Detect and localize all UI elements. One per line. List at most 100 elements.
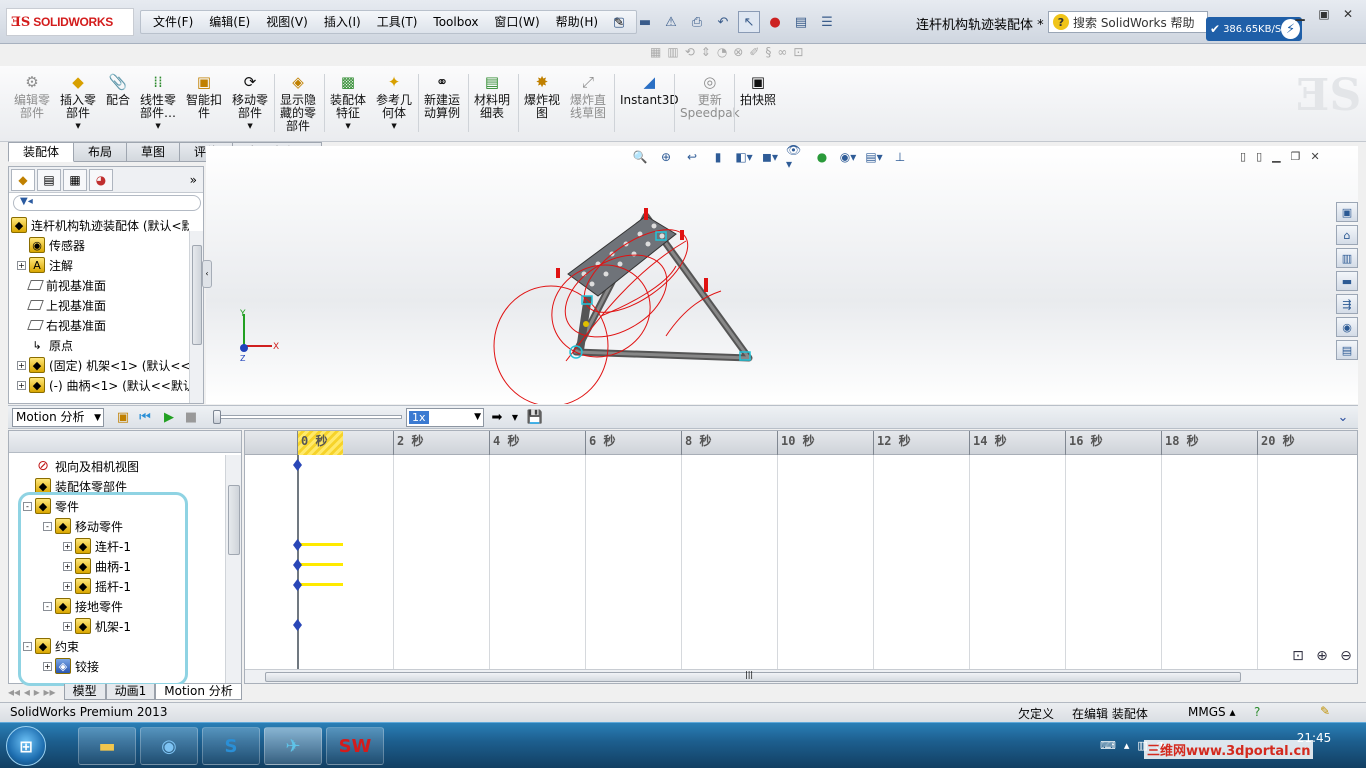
tab-sketch[interactable]: 草图 — [127, 142, 181, 162]
toolbar-box-icon[interactable]: ⊡ — [793, 45, 803, 59]
menu-window[interactable]: 窗口(W) — [486, 11, 547, 33]
hide-show-items-icon[interactable]: 👁▾ — [786, 143, 806, 171]
playback-speed-select[interactable]: 1x ▼ — [406, 408, 484, 427]
tab-assembly[interactable]: 装配体 — [8, 142, 75, 162]
change-bar[interactable] — [297, 583, 343, 586]
move-component-button[interactable]: ⟳ 移动零 部件 ▼ — [232, 72, 268, 133]
change-bar[interactable] — [297, 543, 343, 546]
play-from-start-icon[interactable]: ⏮ — [136, 409, 154, 426]
undo-icon[interactable]: ↶ — [712, 11, 734, 33]
print-icon[interactable]: ⎙ — [686, 11, 708, 33]
toolbar-edit-icon[interactable]: ✐ — [749, 45, 759, 59]
slider-knob[interactable] — [213, 410, 221, 424]
toolbar-spring-icon[interactable]: § — [765, 45, 771, 59]
graphics-area[interactable]: Y X Z — [206, 146, 1358, 407]
display-style-icon[interactable]: ◼▾ — [760, 148, 780, 166]
tab-motion-analysis[interactable]: Motion 分析 — [155, 684, 242, 700]
explode-view-button[interactable]: ✸ 爆炸视 图 — [524, 72, 560, 120]
keyboard-icon[interactable]: ⌨ — [1100, 739, 1116, 752]
menu-tools[interactable]: 工具(T) — [369, 11, 426, 33]
expand-panel-icon[interactable]: » — [190, 173, 197, 187]
playback-mode-dropdown-icon[interactable]: ▼ — [506, 409, 524, 426]
expand-toggle-icon[interactable]: + — [17, 380, 26, 390]
menu-view[interactable]: 视图(V) — [258, 11, 316, 33]
menu-help[interactable]: 帮助(H) — [548, 11, 606, 33]
show-hidden-button[interactable]: ◈ 显示隐 藏的零 部件 — [280, 72, 316, 133]
feature-tree-item[interactable]: + ◆ (固定) 机架<1> (默认<<默 — [17, 355, 189, 375]
custom-properties-icon[interactable]: ▤ — [1336, 340, 1358, 360]
toolbar-stack-icon[interactable]: ▥ — [667, 45, 678, 59]
start-button[interactable]: ⊞ — [6, 726, 46, 766]
study-type-select[interactable]: Motion 分析 ▼ — [12, 408, 104, 427]
menu-file[interactable]: 文件(F) — [145, 11, 201, 33]
view-orientation-icon[interactable]: ◧▾ — [734, 148, 754, 166]
menu-edit[interactable]: 编辑(E) — [201, 11, 258, 33]
timeline-hscrollbar[interactable]: ||| — [245, 669, 1357, 683]
playback-mode-icon[interactable]: ➡ — [488, 409, 506, 426]
toolbar-move-icon[interactable]: ⇕ — [701, 45, 711, 59]
feature-tree-item[interactable]: ◆ 连杆机构轨迹装配体 (默认<默 — [11, 215, 189, 235]
instant3d-button[interactable]: ◢ Instant3D — [620, 72, 679, 107]
viewport-close-icon[interactable]: ✕ — [1310, 150, 1319, 163]
edit-appearance-icon[interactable]: ● — [812, 148, 832, 166]
zoom-out-icon[interactable]: ⊖ — [1336, 646, 1356, 666]
menu-toolbox[interactable]: Toolbox — [425, 11, 486, 33]
snapshot-button[interactable]: ▣ 拍快照 — [740, 72, 776, 107]
panel-collapse-handle[interactable]: ‹ — [202, 260, 212, 288]
bom-button[interactable]: ▤ 材料明 细表 — [474, 72, 510, 120]
menu-insert[interactable]: 插入(I) — [316, 11, 369, 33]
tab-scroll-arrows-icon[interactable]: ◂◂ ◂ ▸ ▸▸ — [8, 685, 56, 699]
save-animation-icon[interactable]: 💾 — [526, 409, 544, 426]
keyframe-diamond[interactable] — [293, 579, 302, 591]
feature-tree-item[interactable]: 右视基准面 — [17, 315, 106, 335]
smart-fastener-button[interactable]: ▣ 智能扣 件 — [186, 72, 222, 120]
collapse-motion-manager-icon[interactable]: ⌄ — [1334, 409, 1352, 426]
expand-toggle-icon[interactable]: + — [17, 360, 26, 370]
tray-expand-icon[interactable]: ▴ — [1124, 739, 1130, 752]
linear-pattern-button[interactable]: ⁞⁞ 线性零 部件… ▼ — [140, 72, 176, 133]
minimize-icon[interactable]: ▁ — [1290, 6, 1310, 22]
insert-component-button[interactable]: ◆ 插入零 部件 ▼ — [60, 72, 96, 133]
toolbar-grid-icon[interactable]: ▦ — [650, 45, 661, 59]
file-explorer-taskbar-icon[interactable]: ▬ — [78, 727, 136, 765]
update-speedpak-button[interactable]: ◎ 更新 Speedpak — [680, 72, 740, 120]
motion-tree-item[interactable]: ⊘ 视向及相机视图 — [23, 456, 139, 476]
open-folder-icon[interactable]: ▬ — [634, 11, 656, 33]
home-icon[interactable]: ⌂ — [1336, 225, 1358, 245]
view-palette-icon[interactable]: ⇶ — [1336, 294, 1358, 314]
toolbar-chain-icon[interactable]: ⊗ — [733, 45, 743, 59]
feature-tree-item[interactable]: + A 注解 — [17, 255, 73, 275]
new-motion-study-button[interactable]: ⚭ 新建运 动算例 — [424, 72, 460, 120]
file-explorer-icon[interactable]: ▬ — [1336, 271, 1358, 291]
viewport-restore-icon[interactable]: ❐ — [1291, 150, 1301, 163]
save-warning-icon[interactable]: ⚠ — [660, 11, 682, 33]
options-icon[interactable]: ☰ — [816, 11, 838, 33]
feature-tree-item[interactable]: ◉ 传感器 — [17, 235, 85, 255]
feature-tree-scrollbar[interactable] — [189, 231, 203, 403]
tab-model[interactable]: 模型 — [63, 684, 106, 700]
appearances-icon[interactable]: ◉ — [1336, 317, 1358, 337]
browser-taskbar-icon[interactable]: ◉ — [140, 727, 198, 765]
close-icon[interactable]: ✕ — [1338, 6, 1358, 22]
bird-app-taskbar-icon[interactable]: ✈ — [264, 727, 322, 765]
viewport-split-icon[interactable]: ▯ — [1240, 150, 1246, 163]
scroll-thumb[interactable] — [228, 485, 240, 555]
solidworks-resources-icon[interactable]: ▣ — [1336, 202, 1358, 222]
help-icon[interactable]: ? — [1254, 705, 1260, 719]
viewport-minimize-icon[interactable]: ▁ — [1272, 150, 1280, 163]
toolbar-curve-icon[interactable]: ◔ — [717, 45, 727, 59]
keyframe-diamond[interactable] — [293, 619, 302, 631]
previous-view-icon[interactable]: ↩ — [682, 148, 702, 166]
viewport-tile-icon[interactable]: ▯ — [1256, 150, 1262, 163]
apply-scene-icon[interactable]: ◉▾ — [838, 148, 858, 166]
expand-toggle-icon[interactable]: + — [17, 260, 26, 270]
reference-geometry-button[interactable]: ✦ 参考几 何体 ▼ — [376, 72, 412, 133]
select-pointer-icon[interactable]: ↖ — [738, 11, 760, 33]
playback-slider[interactable] — [213, 410, 402, 424]
rebuild-icon[interactable]: ✎ — [1320, 704, 1330, 718]
assembly-feature-button[interactable]: ▩ 装配体 特征 ▼ — [330, 72, 366, 133]
zoom-in-icon[interactable]: ⊕ — [1312, 646, 1332, 666]
motion-tree-scrollbar[interactable] — [225, 455, 241, 683]
unit-system[interactable]: MMGS ▴ — [1188, 705, 1235, 719]
tab-layout[interactable]: 布局 — [74, 142, 128, 162]
